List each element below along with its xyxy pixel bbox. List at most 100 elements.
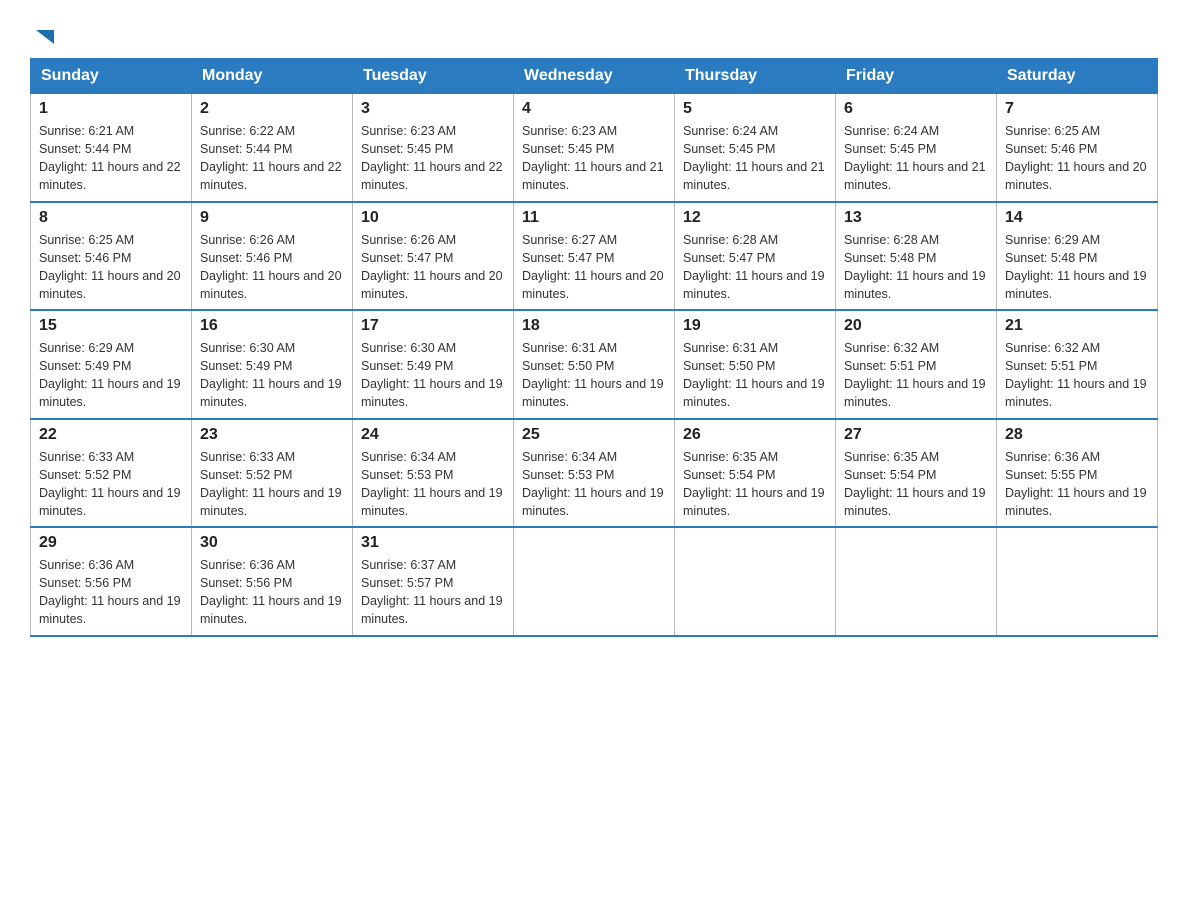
calendar-day-cell: 28 Sunrise: 6:36 AMSunset: 5:55 PMDaylig… bbox=[997, 419, 1158, 528]
weekday-header-saturday: Saturday bbox=[997, 59, 1158, 94]
day-number: 22 bbox=[39, 426, 183, 444]
day-number: 26 bbox=[683, 426, 827, 444]
calendar-week-row: 1 Sunrise: 6:21 AMSunset: 5:44 PMDayligh… bbox=[31, 94, 1158, 202]
calendar-body: 1 Sunrise: 6:21 AMSunset: 5:44 PMDayligh… bbox=[31, 94, 1158, 636]
day-info: Sunrise: 6:30 AMSunset: 5:49 PMDaylight:… bbox=[200, 339, 344, 412]
day-number: 31 bbox=[361, 534, 505, 552]
weekday-header-wednesday: Wednesday bbox=[514, 59, 675, 94]
day-info: Sunrise: 6:34 AMSunset: 5:53 PMDaylight:… bbox=[522, 448, 666, 521]
calendar-day-cell: 4 Sunrise: 6:23 AMSunset: 5:45 PMDayligh… bbox=[514, 94, 675, 202]
day-number: 2 bbox=[200, 100, 344, 118]
calendar-week-row: 29 Sunrise: 6:36 AMSunset: 5:56 PMDaylig… bbox=[31, 527, 1158, 636]
calendar-day-cell: 29 Sunrise: 6:36 AMSunset: 5:56 PMDaylig… bbox=[31, 527, 192, 636]
day-number: 8 bbox=[39, 209, 183, 227]
calendar-day-cell: 2 Sunrise: 6:22 AMSunset: 5:44 PMDayligh… bbox=[192, 94, 353, 202]
calendar-day-cell: 12 Sunrise: 6:28 AMSunset: 5:47 PMDaylig… bbox=[675, 202, 836, 311]
day-number: 11 bbox=[522, 209, 666, 227]
weekday-header-tuesday: Tuesday bbox=[353, 59, 514, 94]
calendar-week-row: 8 Sunrise: 6:25 AMSunset: 5:46 PMDayligh… bbox=[31, 202, 1158, 311]
day-info: Sunrise: 6:21 AMSunset: 5:44 PMDaylight:… bbox=[39, 122, 183, 195]
calendar-week-row: 22 Sunrise: 6:33 AMSunset: 5:52 PMDaylig… bbox=[31, 419, 1158, 528]
day-number: 12 bbox=[683, 209, 827, 227]
calendar-day-cell: 19 Sunrise: 6:31 AMSunset: 5:50 PMDaylig… bbox=[675, 310, 836, 419]
day-info: Sunrise: 6:35 AMSunset: 5:54 PMDaylight:… bbox=[844, 448, 988, 521]
calendar-header: SundayMondayTuesdayWednesdayThursdayFrid… bbox=[31, 59, 1158, 94]
calendar-day-cell: 3 Sunrise: 6:23 AMSunset: 5:45 PMDayligh… bbox=[353, 94, 514, 202]
day-info: Sunrise: 6:23 AMSunset: 5:45 PMDaylight:… bbox=[361, 122, 505, 195]
calendar-day-cell: 27 Sunrise: 6:35 AMSunset: 5:54 PMDaylig… bbox=[836, 419, 997, 528]
calendar-day-cell: 10 Sunrise: 6:26 AMSunset: 5:47 PMDaylig… bbox=[353, 202, 514, 311]
day-info: Sunrise: 6:37 AMSunset: 5:57 PMDaylight:… bbox=[361, 556, 505, 629]
calendar-day-cell: 17 Sunrise: 6:30 AMSunset: 5:49 PMDaylig… bbox=[353, 310, 514, 419]
calendar-day-cell: 1 Sunrise: 6:21 AMSunset: 5:44 PMDayligh… bbox=[31, 94, 192, 202]
day-info: Sunrise: 6:25 AMSunset: 5:46 PMDaylight:… bbox=[1005, 122, 1149, 195]
day-number: 28 bbox=[1005, 426, 1149, 444]
calendar-day-cell: 8 Sunrise: 6:25 AMSunset: 5:46 PMDayligh… bbox=[31, 202, 192, 311]
day-info: Sunrise: 6:32 AMSunset: 5:51 PMDaylight:… bbox=[1005, 339, 1149, 412]
calendar-day-cell: 6 Sunrise: 6:24 AMSunset: 5:45 PMDayligh… bbox=[836, 94, 997, 202]
calendar-day-cell: 20 Sunrise: 6:32 AMSunset: 5:51 PMDaylig… bbox=[836, 310, 997, 419]
calendar-day-cell: 30 Sunrise: 6:36 AMSunset: 5:56 PMDaylig… bbox=[192, 527, 353, 636]
calendar-day-cell bbox=[514, 527, 675, 636]
logo-triangle-icon bbox=[32, 26, 54, 48]
calendar-day-cell: 13 Sunrise: 6:28 AMSunset: 5:48 PMDaylig… bbox=[836, 202, 997, 311]
calendar-day-cell: 31 Sunrise: 6:37 AMSunset: 5:57 PMDaylig… bbox=[353, 527, 514, 636]
day-info: Sunrise: 6:33 AMSunset: 5:52 PMDaylight:… bbox=[39, 448, 183, 521]
day-info: Sunrise: 6:26 AMSunset: 5:47 PMDaylight:… bbox=[361, 231, 505, 304]
day-info: Sunrise: 6:31 AMSunset: 5:50 PMDaylight:… bbox=[683, 339, 827, 412]
logo bbox=[30, 30, 54, 48]
day-info: Sunrise: 6:24 AMSunset: 5:45 PMDaylight:… bbox=[683, 122, 827, 195]
weekday-header-sunday: Sunday bbox=[31, 59, 192, 94]
day-number: 18 bbox=[522, 317, 666, 335]
day-number: 9 bbox=[200, 209, 344, 227]
day-number: 24 bbox=[361, 426, 505, 444]
calendar-day-cell: 11 Sunrise: 6:27 AMSunset: 5:47 PMDaylig… bbox=[514, 202, 675, 311]
day-number: 27 bbox=[844, 426, 988, 444]
calendar-day-cell: 14 Sunrise: 6:29 AMSunset: 5:48 PMDaylig… bbox=[997, 202, 1158, 311]
weekday-header-thursday: Thursday bbox=[675, 59, 836, 94]
day-info: Sunrise: 6:32 AMSunset: 5:51 PMDaylight:… bbox=[844, 339, 988, 412]
day-number: 21 bbox=[1005, 317, 1149, 335]
day-info: Sunrise: 6:29 AMSunset: 5:49 PMDaylight:… bbox=[39, 339, 183, 412]
day-number: 10 bbox=[361, 209, 505, 227]
day-number: 29 bbox=[39, 534, 183, 552]
day-number: 5 bbox=[683, 100, 827, 118]
day-info: Sunrise: 6:36 AMSunset: 5:55 PMDaylight:… bbox=[1005, 448, 1149, 521]
day-info: Sunrise: 6:36 AMSunset: 5:56 PMDaylight:… bbox=[39, 556, 183, 629]
calendar-day-cell: 26 Sunrise: 6:35 AMSunset: 5:54 PMDaylig… bbox=[675, 419, 836, 528]
day-info: Sunrise: 6:25 AMSunset: 5:46 PMDaylight:… bbox=[39, 231, 183, 304]
day-info: Sunrise: 6:28 AMSunset: 5:47 PMDaylight:… bbox=[683, 231, 827, 304]
day-info: Sunrise: 6:24 AMSunset: 5:45 PMDaylight:… bbox=[844, 122, 988, 195]
day-number: 6 bbox=[844, 100, 988, 118]
day-info: Sunrise: 6:28 AMSunset: 5:48 PMDaylight:… bbox=[844, 231, 988, 304]
day-info: Sunrise: 6:34 AMSunset: 5:53 PMDaylight:… bbox=[361, 448, 505, 521]
day-number: 17 bbox=[361, 317, 505, 335]
day-number: 15 bbox=[39, 317, 183, 335]
day-number: 16 bbox=[200, 317, 344, 335]
day-info: Sunrise: 6:27 AMSunset: 5:47 PMDaylight:… bbox=[522, 231, 666, 304]
calendar-day-cell: 5 Sunrise: 6:24 AMSunset: 5:45 PMDayligh… bbox=[675, 94, 836, 202]
calendar-day-cell: 25 Sunrise: 6:34 AMSunset: 5:53 PMDaylig… bbox=[514, 419, 675, 528]
page-header bbox=[30, 20, 1158, 48]
weekday-header-friday: Friday bbox=[836, 59, 997, 94]
calendar-day-cell bbox=[997, 527, 1158, 636]
day-info: Sunrise: 6:30 AMSunset: 5:49 PMDaylight:… bbox=[361, 339, 505, 412]
day-info: Sunrise: 6:26 AMSunset: 5:46 PMDaylight:… bbox=[200, 231, 344, 304]
calendar-day-cell: 16 Sunrise: 6:30 AMSunset: 5:49 PMDaylig… bbox=[192, 310, 353, 419]
day-number: 19 bbox=[683, 317, 827, 335]
day-info: Sunrise: 6:22 AMSunset: 5:44 PMDaylight:… bbox=[200, 122, 344, 195]
calendar-day-cell: 21 Sunrise: 6:32 AMSunset: 5:51 PMDaylig… bbox=[997, 310, 1158, 419]
calendar-day-cell: 18 Sunrise: 6:31 AMSunset: 5:50 PMDaylig… bbox=[514, 310, 675, 419]
calendar-week-row: 15 Sunrise: 6:29 AMSunset: 5:49 PMDaylig… bbox=[31, 310, 1158, 419]
day-number: 7 bbox=[1005, 100, 1149, 118]
calendar-day-cell: 15 Sunrise: 6:29 AMSunset: 5:49 PMDaylig… bbox=[31, 310, 192, 419]
calendar-day-cell: 24 Sunrise: 6:34 AMSunset: 5:53 PMDaylig… bbox=[353, 419, 514, 528]
weekday-header-monday: Monday bbox=[192, 59, 353, 94]
day-number: 20 bbox=[844, 317, 988, 335]
calendar-day-cell: 23 Sunrise: 6:33 AMSunset: 5:52 PMDaylig… bbox=[192, 419, 353, 528]
day-number: 30 bbox=[200, 534, 344, 552]
day-number: 1 bbox=[39, 100, 183, 118]
calendar-day-cell bbox=[675, 527, 836, 636]
day-number: 3 bbox=[361, 100, 505, 118]
day-info: Sunrise: 6:31 AMSunset: 5:50 PMDaylight:… bbox=[522, 339, 666, 412]
